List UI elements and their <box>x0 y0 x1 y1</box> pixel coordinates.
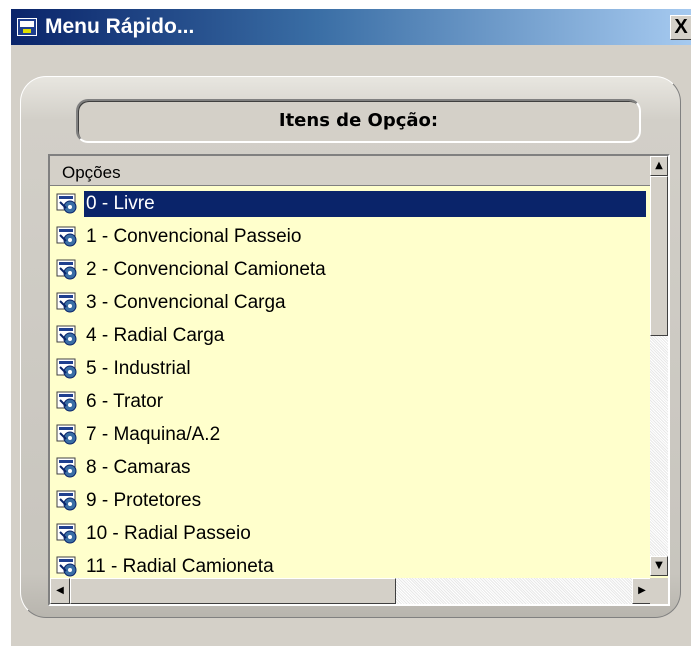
tire-list-icon <box>56 292 82 314</box>
tire-list-icon <box>56 358 82 380</box>
list-item-label: 0 - Livre <box>84 191 646 217</box>
list-item[interactable]: 11 - Radial Camioneta <box>50 550 652 577</box>
list-item[interactable]: 9 - Protetores <box>50 484 652 517</box>
vertical-scroll-thumb[interactable] <box>650 176 668 336</box>
tire-list-icon <box>56 457 82 479</box>
vertical-scrollbar[interactable]: ▲ ▼ <box>650 156 668 576</box>
tire-list-icon <box>56 226 82 248</box>
window-title: Menu Rápido... <box>45 15 195 38</box>
list-item[interactable]: 7 - Maquina/A.2 <box>50 418 652 451</box>
scroll-down-button[interactable]: ▼ <box>650 556 668 576</box>
list-item-label: 9 - Protetores <box>86 490 202 511</box>
list-item[interactable]: 6 - Trator <box>50 385 652 418</box>
panel-header: Itens de Opção: <box>76 99 641 143</box>
list-item-label: 4 - Radial Carga <box>86 325 225 346</box>
list-item[interactable]: 5 - Industrial <box>50 352 652 385</box>
tire-list-icon <box>56 556 82 577</box>
list-item-label: 10 - Radial Passeio <box>86 523 251 544</box>
tire-list-icon <box>56 523 82 545</box>
column-header-opcoes[interactable]: Opções <box>50 156 652 186</box>
scroll-right-button[interactable]: ▶ <box>632 578 652 604</box>
list-item-label: 8 - Camaras <box>86 457 191 478</box>
list-item-label: 3 - Convencional Carga <box>86 292 286 313</box>
scroll-left-button[interactable]: ◀ <box>50 578 70 604</box>
list-item-label: 7 - Maquina/A.2 <box>86 424 221 445</box>
list-item[interactable]: 10 - Radial Passeio <box>50 517 652 550</box>
list-item[interactable]: 3 - Convencional Carga <box>50 286 652 319</box>
list-item-label: 11 - Radial Camioneta <box>86 556 274 577</box>
list-rows: 0 - Livre 1 - Convencional Passeio 2 - Con… <box>50 187 652 577</box>
close-button[interactable]: X <box>670 15 691 40</box>
horizontal-scrollbar[interactable]: ◀ ▶ <box>50 578 652 604</box>
tire-list-icon <box>56 259 82 281</box>
options-list[interactable]: Opções 0 - Livre 1 - Convencional Passeio… <box>48 154 670 606</box>
tire-list-icon <box>56 424 82 446</box>
list-item[interactable]: 8 - Camaras <box>50 451 652 484</box>
tire-list-icon <box>56 193 82 215</box>
app-window-icon <box>17 18 37 36</box>
list-item-label: 6 - Trator <box>86 391 164 412</box>
tire-list-icon <box>56 490 82 512</box>
scroll-up-button[interactable]: ▲ <box>650 156 668 176</box>
list-item[interactable]: 0 - Livre <box>50 187 652 220</box>
list-item[interactable]: 1 - Convencional Passeio <box>50 220 652 253</box>
scrollbar-corner <box>650 578 668 604</box>
list-item[interactable]: 2 - Convencional Camioneta <box>50 253 652 286</box>
tire-list-icon <box>56 391 82 413</box>
horizontal-scroll-thumb[interactable] <box>70 578 396 604</box>
list-item-label: 1 - Convencional Passeio <box>86 226 302 247</box>
tire-list-icon <box>56 325 82 347</box>
list-item-label: 5 - Industrial <box>86 358 191 379</box>
list-item-label: 2 - Convencional Camioneta <box>86 259 326 280</box>
list-item[interactable]: 4 - Radial Carga <box>50 319 652 352</box>
title-bar[interactable]: Menu Rápido... X <box>11 9 691 45</box>
